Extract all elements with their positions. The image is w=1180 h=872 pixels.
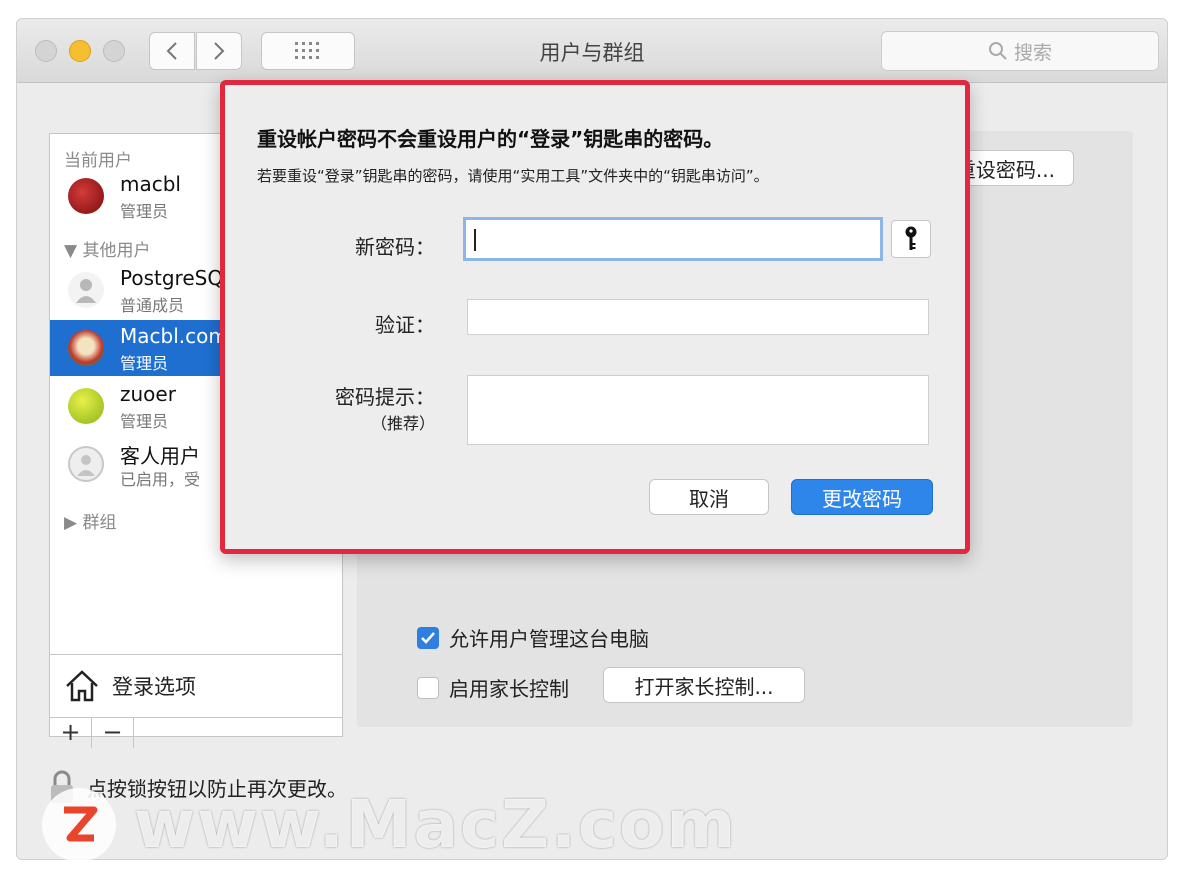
groups-label: 群组	[82, 513, 117, 533]
house-icon	[66, 670, 98, 702]
add-user-button[interactable]: +	[50, 718, 92, 748]
parental-control-checkbox[interactable]	[417, 676, 439, 699]
verify-password-field[interactable]	[467, 299, 929, 335]
reset-password-dialog: 重设帐户密码不会重设用户的“登录”钥匙串的密码。 若要重设“登录”钥匙串的密码，…	[220, 80, 970, 554]
add-remove-bar: + −	[50, 718, 342, 748]
new-password-field[interactable]	[463, 217, 883, 261]
dialog-title: 重设帐户密码不会重设用户的“登录”钥匙串的密码。	[257, 127, 724, 151]
new-password-label: 新密码：	[355, 235, 435, 259]
change-password-button[interactable]: 更改密码	[791, 479, 933, 515]
login-options-label: 登录选项	[112, 675, 196, 699]
search-placeholder: 搜索	[1013, 41, 1052, 64]
avatar	[68, 330, 104, 366]
watermark-logo	[42, 787, 116, 862]
search-icon	[988, 42, 1007, 60]
password-hint-label: 密码提示： （推荐）	[225, 381, 435, 434]
cancel-button[interactable]: 取消	[649, 479, 769, 515]
groups-header[interactable]: ▶ 群组	[64, 508, 116, 533]
password-hint-field[interactable]	[467, 375, 929, 445]
open-parental-controls-button[interactable]: 打开家长控制...	[603, 667, 805, 703]
parental-control-option[interactable]: 启用家长控制	[417, 673, 569, 702]
other-users-header[interactable]: ▼ 其他用户	[64, 236, 150, 261]
user-role: 已启用，受	[120, 470, 201, 489]
user-role: 普通成员	[120, 296, 185, 315]
user-name: 客人用户	[120, 444, 200, 468]
user-role: 管理员	[120, 412, 169, 431]
disclosure-down-icon: ▼	[64, 241, 83, 261]
user-name: zuoer	[120, 382, 176, 406]
checkmark-icon	[421, 631, 435, 644]
avatar	[68, 388, 104, 424]
text-caret	[474, 229, 476, 251]
remove-user-button[interactable]: −	[92, 718, 134, 748]
key-icon	[905, 226, 917, 250]
avatar	[68, 178, 104, 214]
z-logo-icon	[64, 806, 98, 841]
search-field[interactable]: 搜索	[881, 31, 1159, 71]
watermark-text: www.MacZ.com	[134, 786, 738, 863]
hint-label-text: 密码提示：	[335, 385, 435, 409]
watermark: www.MacZ.com	[42, 786, 737, 863]
user-name: Macbl.com	[120, 324, 228, 348]
default-user-icon	[68, 272, 104, 308]
dialog-subtitle: 若要重设“登录”钥匙串的密码，请使用“实用工具”文件夹中的“钥匙串访问”。	[257, 167, 769, 185]
user-role: 管理员	[120, 354, 169, 373]
hint-recommended-note: （推荐）	[370, 414, 435, 433]
allow-admin-label: 允许用户管理这台电脑	[449, 627, 649, 651]
title-bar: 用户与群组 搜索	[17, 19, 1167, 83]
verify-label: 验证：	[375, 313, 435, 337]
login-options-item[interactable]: 登录选项	[50, 654, 342, 718]
allow-admin-option[interactable]: 允许用户管理这台电脑	[417, 623, 649, 652]
other-users-label: 其他用户	[82, 241, 151, 261]
user-role: 管理员	[120, 202, 169, 221]
user-name: macbl	[120, 172, 181, 196]
guest-user-icon	[68, 446, 104, 482]
user-name: PostgreSQ	[120, 266, 224, 290]
allow-admin-checkbox[interactable]	[417, 626, 439, 649]
disclosure-right-icon: ▶	[64, 513, 83, 533]
parental-control-label: 启用家长控制	[449, 677, 569, 701]
password-assistant-button[interactable]	[891, 220, 931, 258]
